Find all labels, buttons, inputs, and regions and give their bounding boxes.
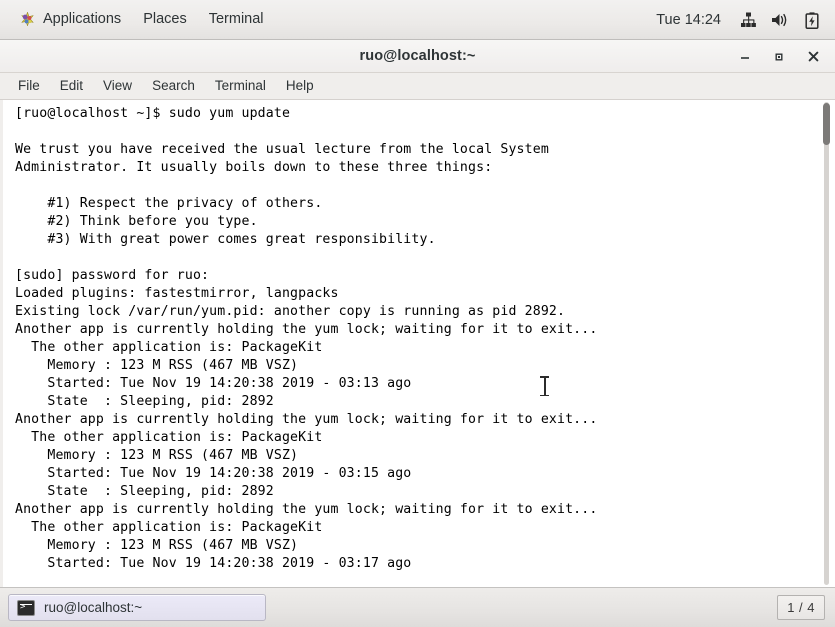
menu-file[interactable]: File — [8, 75, 50, 97]
window-titlebar[interactable]: ruo@localhost:~ — [0, 40, 835, 73]
terminal-window: ruo@localhost:~ File Edit View Search Te… — [0, 40, 835, 587]
taskbar-window-label: ruo@localhost:~ — [44, 600, 143, 615]
minimize-button[interactable] — [733, 45, 757, 69]
terminal-icon — [17, 599, 35, 616]
terminal-menu-label: Terminal — [208, 11, 264, 28]
window-controls — [733, 40, 825, 73]
scrollbar-thumb[interactable] — [823, 103, 830, 145]
battery-icon[interactable] — [799, 7, 825, 33]
panel-status-area: Tue 14:24 — [648, 0, 825, 40]
workspace-switcher[interactable]: 1 / 4 — [777, 595, 825, 620]
top-panel: Applications Places Terminal Tue 14:24 — [0, 0, 835, 40]
terminal-menu[interactable]: Terminal — [198, 8, 275, 31]
applications-menu-label: Applications — [43, 11, 122, 28]
clock[interactable]: Tue 14:24 — [648, 8, 729, 32]
menu-help[interactable]: Help — [276, 75, 324, 97]
menu-search[interactable]: Search — [142, 75, 205, 97]
menu-terminal[interactable]: Terminal — [205, 75, 276, 97]
terminal-scrollbar[interactable] — [821, 100, 831, 587]
workspace-label: 1 / 4 — [787, 600, 815, 615]
bottom-panel: ruo@localhost:~ 1 / 4 — [0, 587, 835, 627]
menu-view[interactable]: View — [93, 75, 142, 97]
desktop-area: ruo@localhost:~ File Edit View Search Te… — [0, 40, 835, 587]
fedora-starburst-icon — [19, 11, 36, 28]
menu-edit[interactable]: Edit — [50, 75, 93, 97]
places-menu-label: Places — [143, 11, 187, 28]
places-menu[interactable]: Places — [132, 8, 198, 31]
volume-icon[interactable] — [767, 7, 793, 33]
desktop-screen: Applications Places Terminal Tue 14:24 r… — [0, 0, 835, 627]
scrollbar-trough[interactable] — [824, 102, 829, 585]
panel-menu-group: Applications Places Terminal — [8, 7, 275, 32]
taskbar-window-button[interactable]: ruo@localhost:~ — [8, 594, 266, 621]
window-title: ruo@localhost:~ — [359, 48, 476, 64]
terminal-output-area[interactable]: [ruo@localhost ~]$ sudo yum update We tr… — [0, 100, 835, 587]
applications-menu[interactable]: Applications — [8, 7, 132, 32]
maximize-button[interactable] — [767, 45, 791, 69]
network-icon[interactable] — [735, 7, 761, 33]
terminal-text: [ruo@localhost ~]$ sudo yum update We tr… — [15, 106, 598, 571]
close-button[interactable] — [801, 45, 825, 69]
menubar: File Edit View Search Terminal Help — [0, 73, 835, 100]
